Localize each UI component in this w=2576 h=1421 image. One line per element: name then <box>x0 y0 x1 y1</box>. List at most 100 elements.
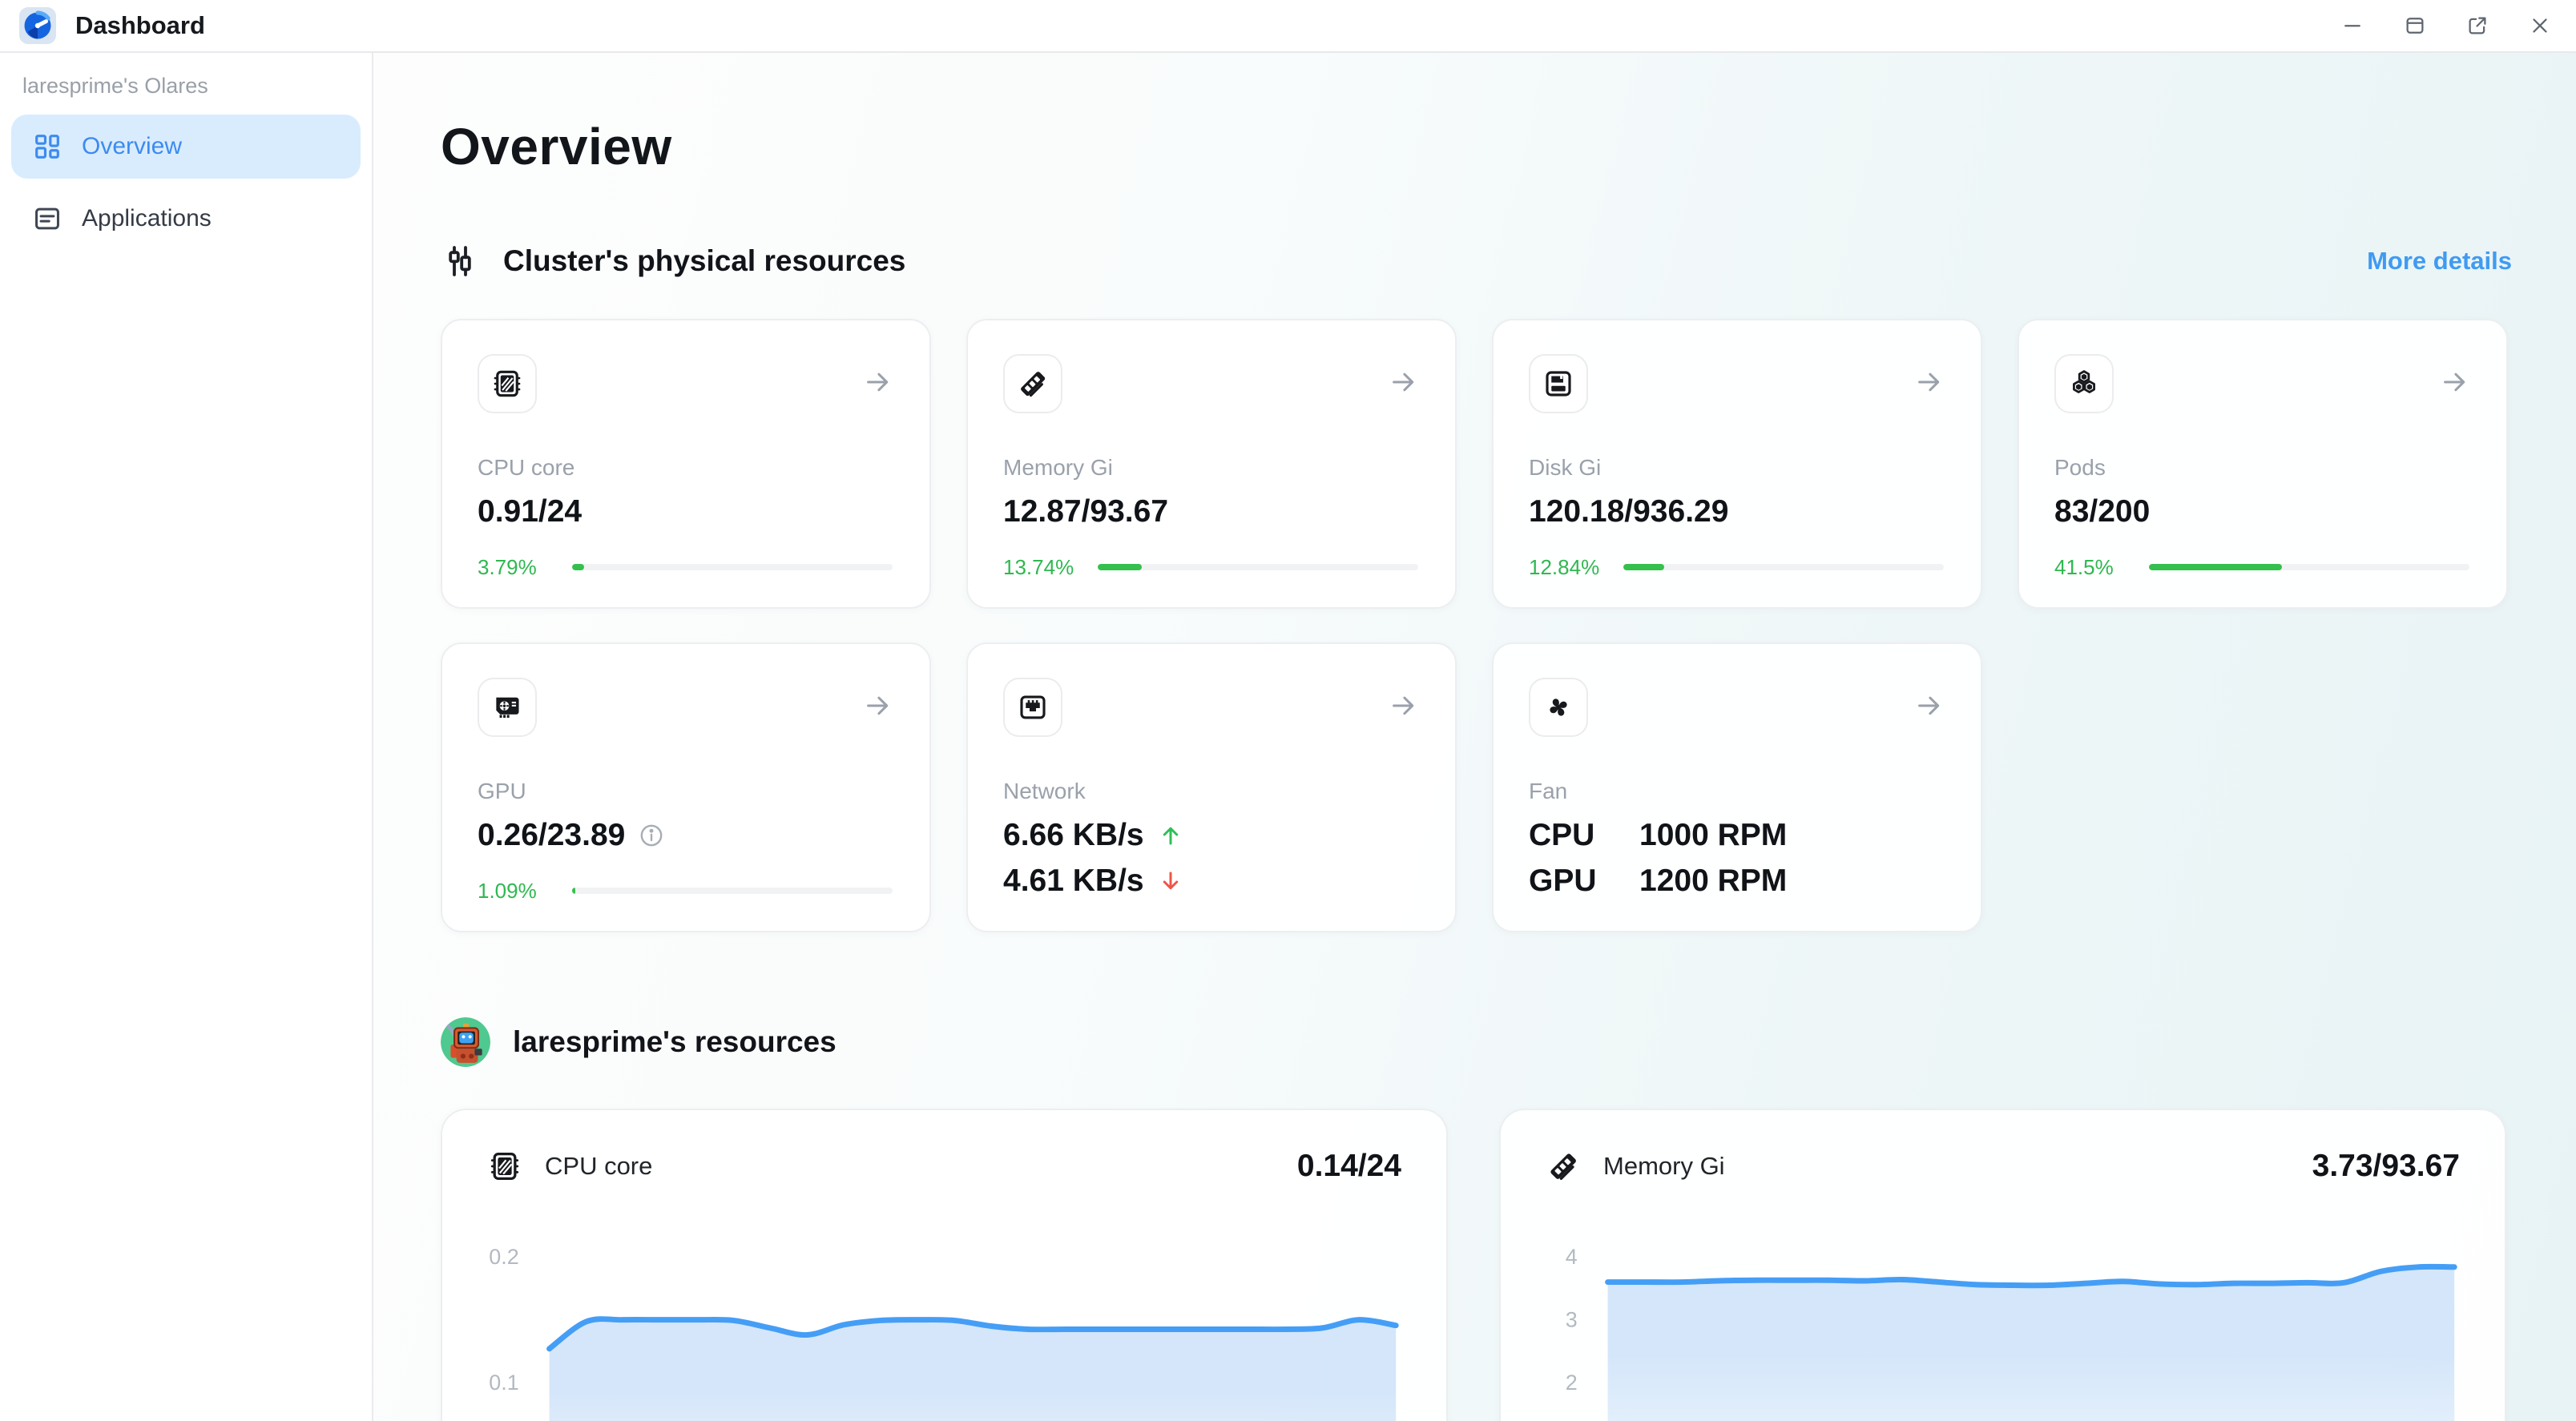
gpu-card[interactable]: GPU 0.26/23.89 1.09% <box>441 642 931 932</box>
chart-current-value: 0.14/24 <box>1297 1149 1401 1184</box>
app-window: Dashboard laresprime's Olares Overview A… <box>0 0 2576 1421</box>
progress-fill <box>572 888 575 894</box>
network-card[interactable]: Network 6.66 KB/s 4.61 KB/s <box>966 642 1457 932</box>
user-section-header: laresprime's resources <box>441 1017 2512 1067</box>
sliders-icon <box>441 242 479 280</box>
gpu-card-icon <box>490 690 524 724</box>
gpu-value: 0.26/23.89 <box>478 819 625 853</box>
arrow-right-icon[interactable] <box>862 367 893 397</box>
applications-icon <box>32 203 62 234</box>
arrow-right-icon[interactable] <box>1388 690 1418 721</box>
memory-ram-icon <box>1016 367 1050 401</box>
card-label: CPU core <box>478 455 893 481</box>
cluster-section-title: Cluster's physical resources <box>503 244 905 278</box>
arrow-down-icon <box>1159 867 1183 895</box>
arrow-right-icon[interactable] <box>1388 367 1418 397</box>
svg-text:2: 2 <box>1566 1371 1578 1395</box>
progress-fill <box>1623 564 1664 570</box>
progress-fill <box>572 564 584 570</box>
card-label: GPU <box>478 779 893 804</box>
disk-card[interactable]: Disk Gi 120.18/936.29 12.84% <box>1492 319 1982 609</box>
percent-label: 1.09% <box>478 879 572 904</box>
card-value: 120.18/936.29 <box>1529 495 1944 529</box>
pods-card[interactable]: Pods 83/200 41.5% <box>2018 319 2508 609</box>
memory-chart-card[interactable]: Memory Gi 3.73/93.67 4 3 2 <box>1499 1109 2506 1421</box>
cluster-cards-grid: CPU core 0.91/24 3.79% Memory Gi 12.87/9… <box>441 319 2512 932</box>
page-title: Overview <box>441 117 2512 176</box>
download-rate: 4.61 KB/s <box>1003 864 1144 899</box>
upload-rate-row: 6.66 KB/s <box>1003 819 1418 853</box>
card-value: 12.87/93.67 <box>1003 495 1418 529</box>
card-label: Fan <box>1529 779 1944 804</box>
percent-label: 3.79% <box>478 555 572 580</box>
sidebar: laresprime's Olares Overview Application… <box>0 53 373 1421</box>
chart-title: Memory Gi <box>1603 1152 1725 1181</box>
progress-track <box>1623 564 1944 570</box>
open-external-button[interactable] <box>2465 14 2489 38</box>
main-content: Overview Cluster's physical resources Mo… <box>373 53 2576 1421</box>
card-value: 0.91/24 <box>478 495 893 529</box>
sidebar-item-overview[interactable]: Overview <box>11 115 361 179</box>
card-label: Network <box>1003 779 1418 804</box>
titlebar: Dashboard <box>0 0 2576 53</box>
percent-label: 12.84% <box>1529 555 1623 580</box>
cpu-core-chart-card[interactable]: CPU core 0.14/24 0.20.1 <box>441 1109 1448 1421</box>
pods-hexagons-icon <box>2067 367 2101 401</box>
fan-row-name: CPU <box>1529 819 1602 853</box>
more-details-link[interactable]: More details <box>2367 247 2512 276</box>
icon-box <box>478 678 537 737</box>
cpu-chip-icon <box>487 1149 522 1184</box>
minimize-button[interactable] <box>2340 14 2364 38</box>
card-value: 83/200 <box>2054 495 2469 529</box>
memory-card[interactable]: Memory Gi 12.87/93.67 13.74% <box>966 319 1457 609</box>
card-value: 0.26/23.89 <box>478 819 893 853</box>
progress-track <box>1098 564 1418 570</box>
overview-grid-icon <box>32 131 62 162</box>
arrow-right-icon[interactable] <box>1913 367 1944 397</box>
fan-card[interactable]: Fan CPU 1000 RPM GPU 1200 RPM <box>1492 642 1982 932</box>
restore-window-button[interactable] <box>2403 14 2427 38</box>
svg-text:4: 4 <box>1566 1245 1578 1269</box>
window-title: Dashboard <box>75 11 205 40</box>
percent-label: 13.74% <box>1003 555 1098 580</box>
progress-track <box>572 564 893 570</box>
download-rate-row: 4.61 KB/s <box>1003 864 1418 899</box>
fan-row-cpu: CPU 1000 RPM <box>1529 819 1944 853</box>
icon-box <box>1529 354 1588 413</box>
memory-ram-icon <box>1546 1149 1581 1184</box>
icon-box <box>478 354 537 413</box>
dashboard-app-logo-icon <box>19 7 56 44</box>
progress-track <box>2149 564 2469 570</box>
sidebar-item-label: Applications <box>82 205 212 232</box>
sidebar-item-applications[interactable]: Applications <box>11 187 361 251</box>
arrow-up-icon <box>1159 822 1183 849</box>
info-circle-icon[interactable] <box>638 822 665 849</box>
arrow-right-icon[interactable] <box>1913 690 1944 721</box>
icon-box <box>1529 678 1588 737</box>
svg-text:3: 3 <box>1566 1307 1578 1331</box>
progress-fill <box>2149 564 2282 570</box>
fan-row-gpu: GPU 1200 RPM <box>1529 864 1944 899</box>
percent-label: 41.5% <box>2054 555 2149 580</box>
window-controls <box>2340 14 2552 38</box>
cpu-core-card[interactable]: CPU core 0.91/24 3.79% <box>441 319 931 609</box>
icon-box <box>1003 678 1062 737</box>
card-label: Memory Gi <box>1003 455 1418 481</box>
fan-row-value: 1200 RPM <box>1639 864 1787 899</box>
disk-icon <box>1542 367 1575 401</box>
sidebar-item-label: Overview <box>82 133 182 160</box>
svg-text:0.2: 0.2 <box>489 1245 518 1269</box>
arrow-right-icon[interactable] <box>2439 367 2469 397</box>
icon-box <box>1003 354 1062 413</box>
close-button[interactable] <box>2528 14 2552 38</box>
network-port-icon <box>1016 690 1050 724</box>
card-label: Disk Gi <box>1529 455 1944 481</box>
workspace-label: laresprime's Olares <box>22 74 372 99</box>
user-section-title: laresprime's resources <box>513 1025 836 1059</box>
chart-current-value: 3.73/93.67 <box>2312 1149 2460 1184</box>
fan-row-value: 1000 RPM <box>1639 819 1787 853</box>
arrow-right-icon[interactable] <box>862 690 893 721</box>
cpu-chip-icon <box>490 367 524 401</box>
icon-box <box>2054 354 2114 413</box>
cluster-section-header: Cluster's physical resources More detail… <box>441 242 2512 280</box>
